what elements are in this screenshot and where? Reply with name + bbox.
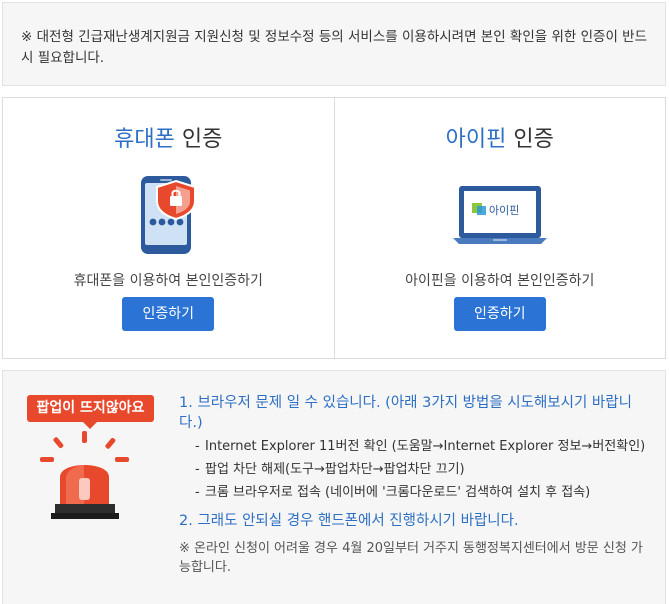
list-item: 팝업 차단 해제(도구→팝업차단→팝업차단 끄기) — [195, 460, 649, 480]
auth-notice: ※ 대전형 긴급재난생계지원금 지원신청 및 정보수정 등의 서비스를 이용하시… — [2, 2, 666, 86]
phone-auth-card: 휴대폰 인증 휴대폰을 이용하여 본인인증하기 인증하기 — [3, 98, 334, 358]
auth-options: 휴대폰 인증 휴대폰을 이용하여 본인인증하기 인증하기 아이핀 인증 아이핀 … — [2, 97, 666, 359]
ipin-auth-title: 아이핀 인증 — [445, 127, 554, 152]
phone-auth-title: 휴대폰 인증 — [114, 127, 223, 152]
help-heading-1: 1. 브라우저 문제 일 수 있습니다. (아래 3가지 방법을 시도해보시기 … — [179, 395, 632, 431]
siren-icon — [35, 431, 135, 525]
ipin-auth-desc: 아이핀을 이용하여 본인인증하기 — [405, 273, 595, 289]
browser-fix-list: Internet Explorer 11버전 확인 (도움말→Internet … — [195, 437, 649, 503]
help-heading-2: 2. 그래도 안되실 경우 핸드폰에서 진행하시기 바랍니다. — [179, 513, 519, 529]
offline-note: ※ 온라인 신청이 어려울 경우 4월 20일부터 거주지 동행정복지센터에서 … — [179, 541, 643, 575]
list-item: Internet Explorer 11버전 확인 (도움말→Internet … — [195, 437, 649, 457]
laptop-ipin-icon: 아이핀 — [335, 184, 666, 270]
smartphone-shield-icon — [3, 173, 334, 259]
popup-help-section: 팝업이 뜨지않아요 1. 브라우저 문제 일 수 있습니다. (아래 3가지 방… — [2, 370, 666, 604]
ipin-auth-button[interactable]: 인증하기 — [453, 297, 546, 331]
ipin-logo-text: 아이핀 — [489, 204, 519, 217]
auth-notice-text: ※ 대전형 긴급재난생계지원금 지원신청 및 정보수정 등의 서비스를 이용하시… — [21, 29, 647, 66]
phone-auth-button[interactable]: 인증하기 — [122, 297, 215, 331]
list-item: 크롬 브라우저로 접속 (네이버에 '크롬다운로드' 검색하여 설치 후 접속) — [195, 483, 649, 503]
phone-auth-desc: 휴대폰을 이용하여 본인인증하기 — [73, 273, 263, 289]
popup-help-text: 1. 브라우저 문제 일 수 있습니다. (아래 3가지 방법을 시도해보시기 … — [179, 393, 649, 577]
ipin-auth-card: 아이핀 인증 아이핀 아이핀을 이용하여 본인인증하기 인증하기 — [333, 98, 666, 358]
popup-badge: 팝업이 뜨지않아요 — [27, 395, 154, 429]
